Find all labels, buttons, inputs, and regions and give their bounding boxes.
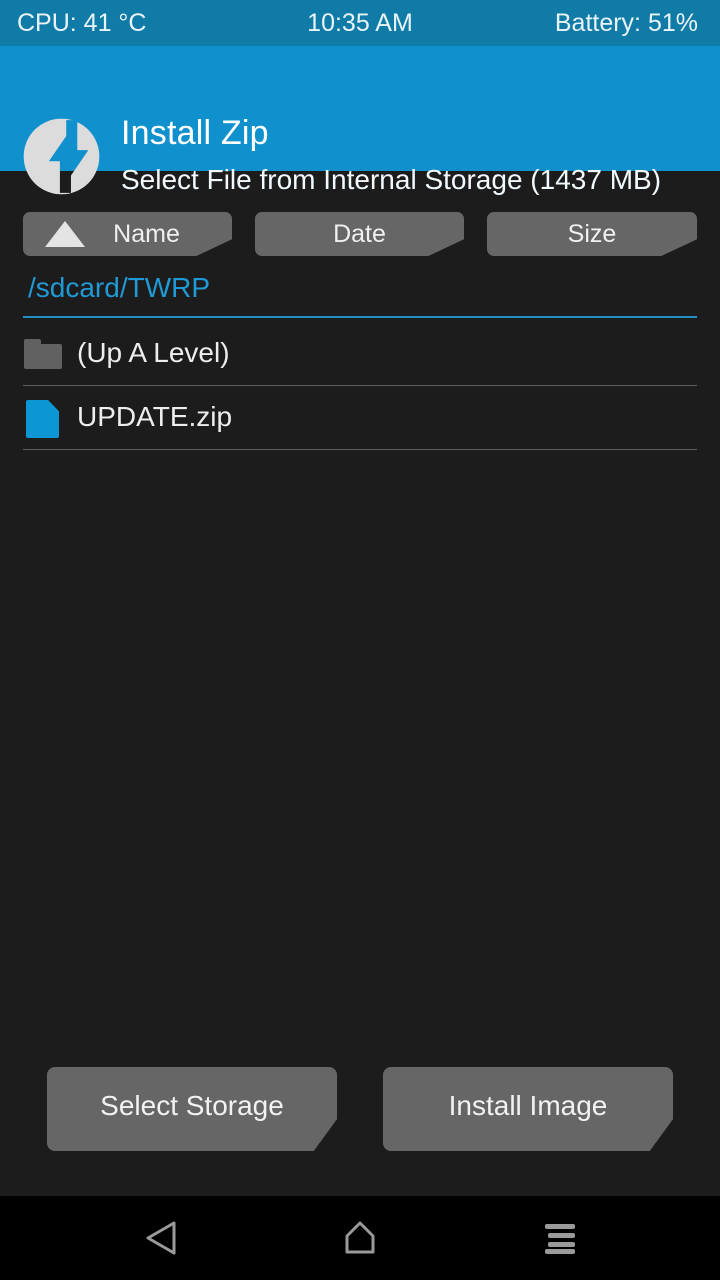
page-header: Install Zip Select File from Internal St… [0, 46, 720, 195]
install-image-label: Install Image [448, 1090, 608, 1121]
sort-by-date-label: Date [333, 219, 386, 248]
status-bar: CPU: 41 °C 10:35 AM Battery: 51% [0, 0, 720, 46]
path-underline-divider [23, 316, 697, 318]
recents-menu-icon [543, 1222, 577, 1254]
sort-by-size-button[interactable]: Size [487, 212, 697, 256]
folder-icon [24, 335, 62, 373]
page-title: Install Zip [121, 114, 269, 152]
sort-by-date-button[interactable]: Date [255, 212, 464, 256]
page-subtitle: Select File from Internal Storage (1437 … [121, 164, 662, 195]
current-path-label: /sdcard/TWRP [28, 272, 211, 303]
sort-by-name-label: Name [113, 219, 180, 248]
install-image-button[interactable]: Install Image [383, 1067, 673, 1151]
back-triangle-icon [143, 1220, 177, 1256]
android-navigation-bar [0, 1196, 720, 1280]
twrp-recovery-screen: CPU: 41 °C 10:35 AM Battery: 51% Install… [0, 0, 720, 1280]
sort-bar: Name Date Size [0, 212, 720, 260]
battery-level-label: Battery: 51% [554, 9, 698, 37]
list-item-label: (Up A Level) [77, 337, 230, 368]
file-list: (Up A Level) UPDATE.zip [0, 322, 720, 450]
nav-recents-button[interactable] [440, 1196, 680, 1280]
zip-file-icon [24, 399, 62, 438]
action-bar: Select Storage Install Image [0, 1067, 720, 1153]
list-item-update-zip[interactable]: UPDATE.zip [0, 386, 720, 450]
list-divider [23, 449, 697, 450]
sort-by-size-label: Size [567, 219, 617, 248]
sort-ascending-triangle-icon [45, 221, 85, 247]
list-item-up-a-level[interactable]: (Up A Level) [0, 322, 720, 386]
list-item-label: UPDATE.zip [77, 401, 233, 432]
twrp-logo-icon [22, 117, 101, 196]
select-storage-button[interactable]: Select Storage [47, 1067, 337, 1151]
select-storage-label: Select Storage [100, 1090, 284, 1121]
sort-by-name-button[interactable]: Name [23, 212, 232, 256]
home-icon [344, 1221, 376, 1255]
